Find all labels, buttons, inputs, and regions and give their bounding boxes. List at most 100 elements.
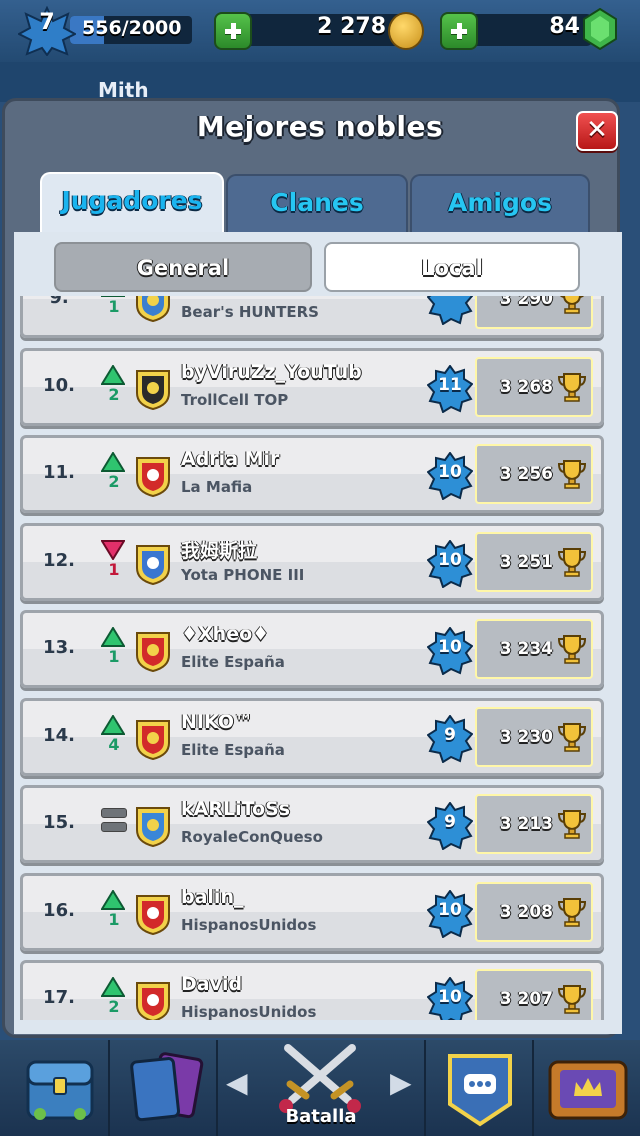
rank-change: 2 bbox=[108, 472, 120, 491]
add-gold-button[interactable] bbox=[214, 12, 252, 50]
trophy-box: 3 256 bbox=[475, 444, 593, 504]
top-status-bar: 556/2000 7 2 278 84 bbox=[0, 0, 640, 62]
trophy-icon bbox=[560, 296, 584, 314]
leaderboard-row[interactable]: 11. 2 Adria Mir La Mafia 10 3 256 bbox=[20, 435, 604, 513]
cards-icon[interactable] bbox=[116, 1048, 216, 1128]
rank-up-icon bbox=[101, 364, 125, 385]
rank-change: 1 bbox=[108, 647, 120, 666]
nav-divider bbox=[532, 1040, 534, 1136]
nav-divider bbox=[424, 1040, 426, 1136]
rank-number: 9. bbox=[49, 296, 69, 308]
player-name: Adria Mir bbox=[181, 448, 280, 470]
trophy-icon bbox=[557, 985, 587, 1014]
rank-change: 1 bbox=[108, 297, 120, 316]
clan-name: Elite España bbox=[181, 740, 285, 759]
xp-text: 556/2000 bbox=[82, 17, 182, 39]
player-name: David bbox=[181, 973, 243, 995]
leaderboard-row[interactable]: 12. 1 我姆斯拉 Yota PHONE III 10 3 251 bbox=[20, 522, 604, 601]
rank-number: 10. bbox=[43, 374, 75, 396]
player-name: byViruZz_YouTub bbox=[181, 360, 362, 383]
player-level: 9 bbox=[444, 812, 456, 832]
clan-name: HispanosUnidos bbox=[181, 1003, 317, 1020]
close-icon: ✕ bbox=[586, 115, 608, 145]
xp-bar: 556/2000 bbox=[70, 16, 192, 44]
clan-badge-icon bbox=[136, 807, 170, 848]
rank-change: 1 bbox=[108, 909, 120, 929]
player-level: 7 bbox=[39, 10, 55, 35]
chest-icon[interactable] bbox=[10, 1048, 110, 1128]
subtab-general[interactable]: General bbox=[54, 242, 312, 292]
subtab-label: General bbox=[136, 256, 230, 280]
leaderboard-row[interactable]: 10. 2 byViruZz_YouTub TrollCell TOP 11 3 268 bbox=[20, 347, 604, 426]
trophy-box: 3 251 bbox=[475, 531, 593, 592]
rank-up-icon bbox=[101, 977, 125, 997]
player-level: 10 bbox=[438, 462, 462, 482]
trophy-icon bbox=[557, 722, 587, 752]
clan-name: RoyaleConQueso bbox=[181, 828, 323, 846]
trophy-count: 3 256 bbox=[499, 464, 553, 484]
home-header-strip bbox=[0, 62, 640, 102]
clan-name: Bear's HUNTERS bbox=[181, 303, 319, 321]
trophy-box: 3 234 bbox=[475, 619, 593, 679]
rank-unchanged-icon bbox=[101, 808, 127, 818]
player-name: kARLiToSs bbox=[181, 798, 291, 820]
clan-badge-icon bbox=[136, 369, 170, 410]
modal-title: Mejores nobles bbox=[196, 110, 444, 143]
clan-badge-icon bbox=[136, 544, 170, 585]
leaderboard-row[interactable]: 9. 1 Bear's HUNTERS 3 290 bbox=[20, 296, 604, 338]
trophy-count: 3 251 bbox=[499, 551, 553, 572]
add-gems-button[interactable] bbox=[440, 12, 478, 50]
rank-number: 13. bbox=[43, 637, 75, 658]
trophy-count: 3 290 bbox=[499, 296, 553, 309]
player-name: 我姆斯拉 bbox=[181, 539, 258, 562]
player-level: 10 bbox=[438, 549, 462, 570]
rank-number: 11. bbox=[43, 462, 75, 483]
tab-amigos[interactable]: Amigos bbox=[410, 174, 590, 232]
rank-change: 2 bbox=[108, 997, 120, 1016]
rank-number: 17. bbox=[43, 987, 75, 1008]
trophy-box: 3 268 bbox=[475, 356, 593, 417]
trophy-icon bbox=[557, 460, 587, 489]
clan-badge-icon bbox=[136, 982, 170, 1020]
leaderboard-row[interactable]: 16. 1 balin_ HispanosUnidos 10 3 208 bbox=[20, 872, 604, 951]
gem-icon bbox=[583, 8, 617, 50]
clan-name: HispanosUnidos bbox=[181, 915, 317, 934]
nav-next-icon[interactable]: ▶ bbox=[390, 1066, 412, 1099]
trophy-box: 3 208 bbox=[475, 881, 593, 942]
trophy-icon bbox=[557, 547, 587, 577]
gold-amount: 2 278 bbox=[317, 14, 386, 39]
social-chat-icon[interactable] bbox=[430, 1048, 530, 1128]
subtab-label: Local bbox=[421, 256, 483, 280]
trophy-box: 3 290 bbox=[475, 296, 593, 329]
trophy-box: 3 207 bbox=[475, 969, 593, 1020]
rank-up-icon bbox=[101, 714, 125, 735]
leaderboard-row[interactable]: 17. 2 David HispanosUnidos 10 3 207 bbox=[20, 960, 604, 1020]
tv-royale-icon[interactable] bbox=[538, 1048, 638, 1128]
trophy-icon bbox=[557, 897, 587, 927]
subtab-local[interactable]: Local bbox=[324, 242, 580, 292]
clan-badge-icon bbox=[136, 457, 170, 498]
player-level: 9 bbox=[444, 724, 456, 745]
leaderboard-row[interactable]: 14. 4 NIKO™ Elite España 9 3 230 bbox=[20, 697, 604, 776]
player-name: balin_ bbox=[181, 885, 244, 908]
tab-jugadores[interactable]: Jugadores bbox=[40, 172, 224, 234]
trophy-count: 3 208 bbox=[499, 901, 553, 922]
leaderboard-list[interactable]: 9. 1 Bear's HUNTERS 3 290 10. 2 byViruZz_YouTu… bbox=[14, 296, 622, 1020]
level-badge-icon bbox=[427, 296, 473, 325]
nav-prev-icon[interactable]: ◀ bbox=[226, 1066, 248, 1099]
tab-clanes[interactable]: Clanes bbox=[226, 174, 408, 232]
trophy-icon bbox=[557, 635, 587, 664]
player-level: 11 bbox=[438, 374, 462, 395]
leaderboard-row[interactable]: 13. 1 ♦Xheo♦ Elite España 10 3 234 bbox=[20, 610, 604, 688]
trophy-icon bbox=[557, 810, 587, 839]
clan-name: La Mafia bbox=[181, 478, 253, 496]
rank-number: 15. bbox=[43, 812, 75, 833]
battle-tab-label: Batalla bbox=[285, 1106, 357, 1127]
clan-name: Elite España bbox=[181, 653, 285, 671]
close-button[interactable]: ✕ bbox=[576, 111, 618, 151]
leaderboard-row[interactable]: 15. kARLiToSs RoyaleConQueso 9 3 213 bbox=[20, 785, 604, 863]
clan-name: Yota PHONE III bbox=[181, 565, 305, 584]
player-level: 10 bbox=[438, 637, 462, 657]
trophy-count: 3 230 bbox=[499, 726, 553, 747]
gold-coin-icon bbox=[388, 12, 424, 50]
